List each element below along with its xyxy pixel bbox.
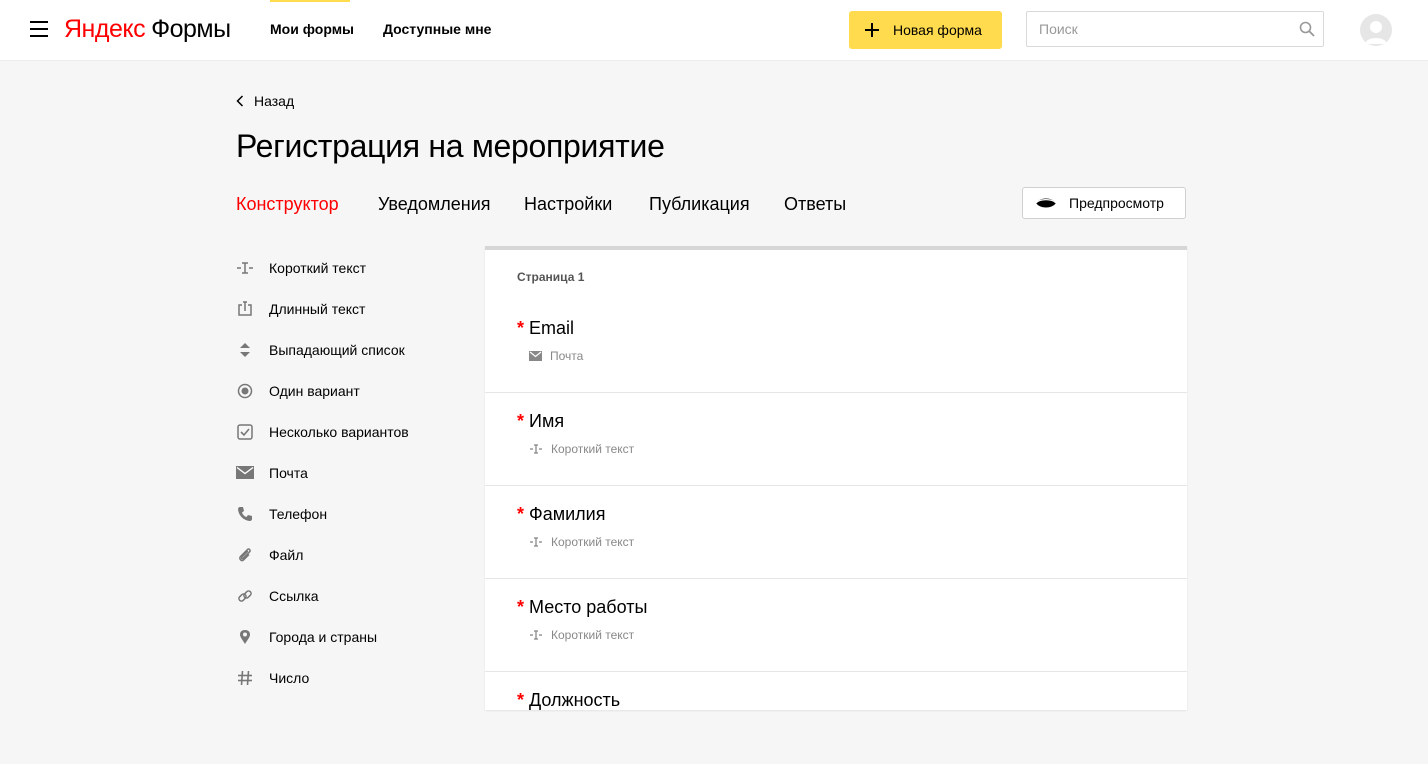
new-form-button[interactable]: Новая форма xyxy=(849,11,1002,49)
new-form-label: Новая форма xyxy=(893,22,982,38)
dropdown-icon xyxy=(236,341,254,359)
back-label: Назад xyxy=(254,93,295,109)
tab-answers[interactable]: Ответы xyxy=(784,193,846,215)
form-field-email[interactable]: * Email Почта xyxy=(485,299,1187,393)
field-type-long-text[interactable]: Длинный текст xyxy=(236,288,466,329)
short-text-icon xyxy=(236,259,254,277)
field-type-label: Города и страны xyxy=(269,628,378,645)
required-mark: * xyxy=(517,411,525,431)
field-type-short-text[interactable]: Короткий текст xyxy=(236,247,466,288)
form-card: Страница 1 * Email Почта * Имя Короткий те… xyxy=(485,246,1187,710)
field-type: Короткий текст xyxy=(529,628,634,642)
field-type-multiple-choice[interactable]: Несколько вариантов xyxy=(236,411,466,452)
field-type-label: Число xyxy=(269,669,310,686)
field-title: * Имя xyxy=(517,410,564,432)
field-type-number[interactable]: Число xyxy=(236,657,466,698)
tab-settings[interactable]: Настройки xyxy=(524,193,612,215)
chevron-left-icon xyxy=(236,95,244,107)
long-text-icon xyxy=(236,300,254,318)
preview-label: Предпросмотр xyxy=(1069,195,1164,211)
hash-icon xyxy=(236,669,254,687)
field-type-mail[interactable]: Почта xyxy=(236,452,466,493)
field-name: Email xyxy=(529,318,575,338)
field-name: Фамилия xyxy=(529,504,606,524)
checkbox-icon xyxy=(236,423,254,441)
logo-product: Формы xyxy=(151,15,231,43)
page-label: Страница 1 xyxy=(517,270,585,284)
top-header: Яндекс Формы Мои формы Доступные мне Нова… xyxy=(0,0,1428,61)
required-mark: * xyxy=(517,690,525,710)
field-type-label: Один вариант xyxy=(269,382,360,399)
logo-brand: Яндекс xyxy=(64,15,146,43)
field-name: Должность xyxy=(529,690,621,710)
menu-icon[interactable] xyxy=(30,21,48,37)
form-field-name[interactable]: * Имя Короткий текст xyxy=(485,392,1187,486)
short-text-icon xyxy=(529,444,543,454)
search-icon[interactable] xyxy=(1299,21,1315,37)
search-box xyxy=(1026,11,1324,47)
field-type-phone[interactable]: Телефон xyxy=(236,493,466,534)
form-field-surname[interactable]: * Фамилия Короткий текст xyxy=(485,485,1187,579)
field-title: * Место работы xyxy=(517,596,647,618)
page-title: Регистрация на мероприятие xyxy=(236,128,665,164)
field-type-file[interactable]: Файл xyxy=(236,534,466,575)
form-field-workplace[interactable]: * Место работы Короткий текст xyxy=(485,578,1187,672)
field-type-label: Телефон xyxy=(269,505,328,522)
paperclip-icon xyxy=(236,546,254,564)
radio-icon xyxy=(236,382,254,400)
field-title: * Фамилия xyxy=(517,503,605,525)
location-pin-icon xyxy=(236,628,254,646)
plus-icon xyxy=(865,23,879,37)
field-type-label: Длинный текст xyxy=(269,300,366,317)
short-text-icon xyxy=(529,630,543,640)
nav-my-forms[interactable]: Мои формы xyxy=(270,20,354,38)
phone-icon xyxy=(236,505,254,523)
field-type-label: Несколько вариантов xyxy=(269,423,409,440)
field-type-label: Почта xyxy=(269,464,308,481)
required-mark: * xyxy=(517,318,525,338)
search-input[interactable] xyxy=(1027,12,1301,46)
field-type-label: Выпадающий список xyxy=(269,341,405,358)
field-type-label: Короткий текст xyxy=(551,442,635,456)
form-field-position[interactable]: * Должность xyxy=(485,671,1187,764)
short-text-icon xyxy=(529,537,543,547)
field-type-link[interactable]: Ссылка xyxy=(236,575,466,616)
preview-button[interactable]: Предпросмотр xyxy=(1022,187,1186,219)
field-type-single-choice[interactable]: Один вариант xyxy=(236,370,466,411)
nav-shared-with-me[interactable]: Доступные мне xyxy=(383,20,491,38)
back-link[interactable]: Назад xyxy=(236,93,294,109)
tab-publication[interactable]: Публикация xyxy=(649,193,750,215)
required-mark: * xyxy=(517,597,525,617)
field-type: Почта xyxy=(529,349,583,363)
logo[interactable]: Яндекс Формы xyxy=(64,14,231,44)
field-type-label: Короткий текст xyxy=(269,259,367,276)
nav-active-indicator xyxy=(270,0,350,2)
field-type: Короткий текст xyxy=(529,535,634,549)
field-types-list: Короткий текст Длинный текст Выпадающий … xyxy=(236,250,466,701)
link-icon xyxy=(236,587,254,605)
tab-notifications[interactable]: Уведомления xyxy=(378,193,491,215)
avatar[interactable] xyxy=(1360,14,1392,46)
mail-icon xyxy=(529,351,542,361)
field-name: Имя xyxy=(529,411,565,431)
mail-icon xyxy=(236,464,254,482)
field-type-label: Короткий текст xyxy=(551,535,635,549)
field-title: * Email xyxy=(517,317,574,339)
user-icon xyxy=(1365,21,1387,44)
field-type-label: Ссылка xyxy=(269,587,319,604)
field-type-label: Короткий текст xyxy=(551,628,635,642)
tab-constructor[interactable]: Конструктор xyxy=(236,193,339,215)
eye-icon xyxy=(1035,198,1057,208)
field-type-cities[interactable]: Города и страны xyxy=(236,616,466,657)
required-mark: * xyxy=(517,504,525,524)
field-type-label: Почта xyxy=(550,349,584,363)
field-name: Место работы xyxy=(529,597,648,617)
field-type-dropdown[interactable]: Выпадающий список xyxy=(236,329,466,370)
field-type-label: Файл xyxy=(269,546,304,563)
field-title: * Должность xyxy=(517,689,620,711)
field-type: Короткий текст xyxy=(529,442,634,456)
